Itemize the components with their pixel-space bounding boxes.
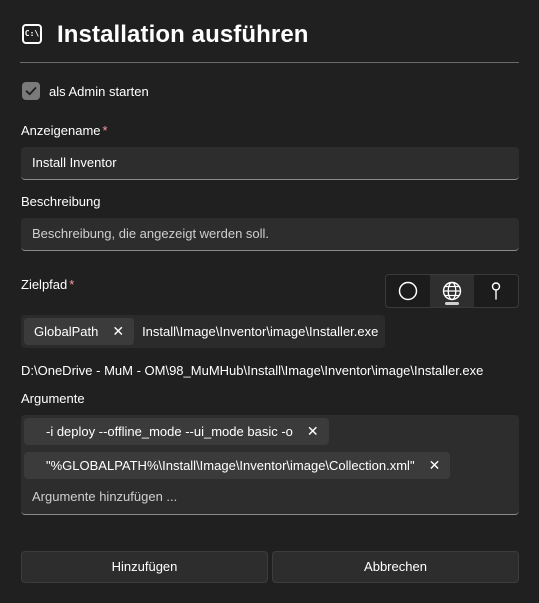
checkmark-icon: [25, 87, 37, 96]
display-name-label: Anzeigename *: [21, 123, 108, 138]
target-path-value: Install\Image\Inventor\image\Installer.e…: [142, 324, 379, 339]
path-mode-pin[interactable]: [474, 275, 518, 307]
token-label: GlobalPath: [34, 324, 99, 339]
required-mark: *: [69, 277, 75, 292]
close-icon[interactable]: ✕: [112, 323, 124, 340]
path-mode-global[interactable]: [430, 275, 474, 307]
path-mode-local[interactable]: [386, 275, 430, 307]
resolved-path: D:\OneDrive - MuM - OM\98_MuMHub\Install…: [21, 363, 484, 378]
circle-icon: [398, 281, 418, 301]
pin-icon: [491, 282, 501, 300]
target-path-label: Zielpfad *: [21, 277, 75, 292]
admin-checkbox[interactable]: [22, 82, 40, 100]
close-icon[interactable]: ✕: [429, 457, 441, 474]
path-mode-selector: [385, 274, 519, 308]
argument-token: "%GLOBALPATH%\Install\Image\Inventor\ima…: [24, 452, 451, 479]
admin-checkbox-label[interactable]: als Admin starten: [49, 84, 149, 99]
global-path-token: GlobalPath ✕: [24, 318, 135, 345]
arguments-placeholder[interactable]: Argumente hinzufügen ...: [32, 489, 177, 504]
arguments-label: Argumente: [21, 391, 85, 406]
display-name-input[interactable]: Install Inventor: [21, 147, 519, 180]
add-button[interactable]: Hinzufügen: [21, 551, 268, 583]
target-path-input[interactable]: GlobalPath ✕ Install\Image\Inventor\imag…: [21, 315, 385, 348]
close-icon[interactable]: ✕: [307, 423, 319, 440]
globe-icon: [442, 281, 462, 301]
title-divider: [20, 62, 519, 63]
argument-text: -i deploy --offline_mode --ui_mode basic…: [46, 424, 293, 439]
required-mark: *: [102, 123, 108, 138]
dialog-title: Installation ausführen: [57, 21, 309, 48]
description-label: Beschreibung: [21, 194, 101, 209]
command-prompt-icon: C:\: [22, 24, 42, 44]
argument-text: "%GLOBALPATH%\Install\Image\Inventor\ima…: [46, 458, 415, 473]
cancel-button[interactable]: Abbrechen: [272, 551, 519, 583]
description-input[interactable]: Beschreibung, die angezeigt werden soll.: [21, 218, 519, 251]
argument-token: -i deploy --offline_mode --ui_mode basic…: [24, 418, 329, 445]
arguments-input[interactable]: -i deploy --offline_mode --ui_mode basic…: [21, 415, 519, 515]
